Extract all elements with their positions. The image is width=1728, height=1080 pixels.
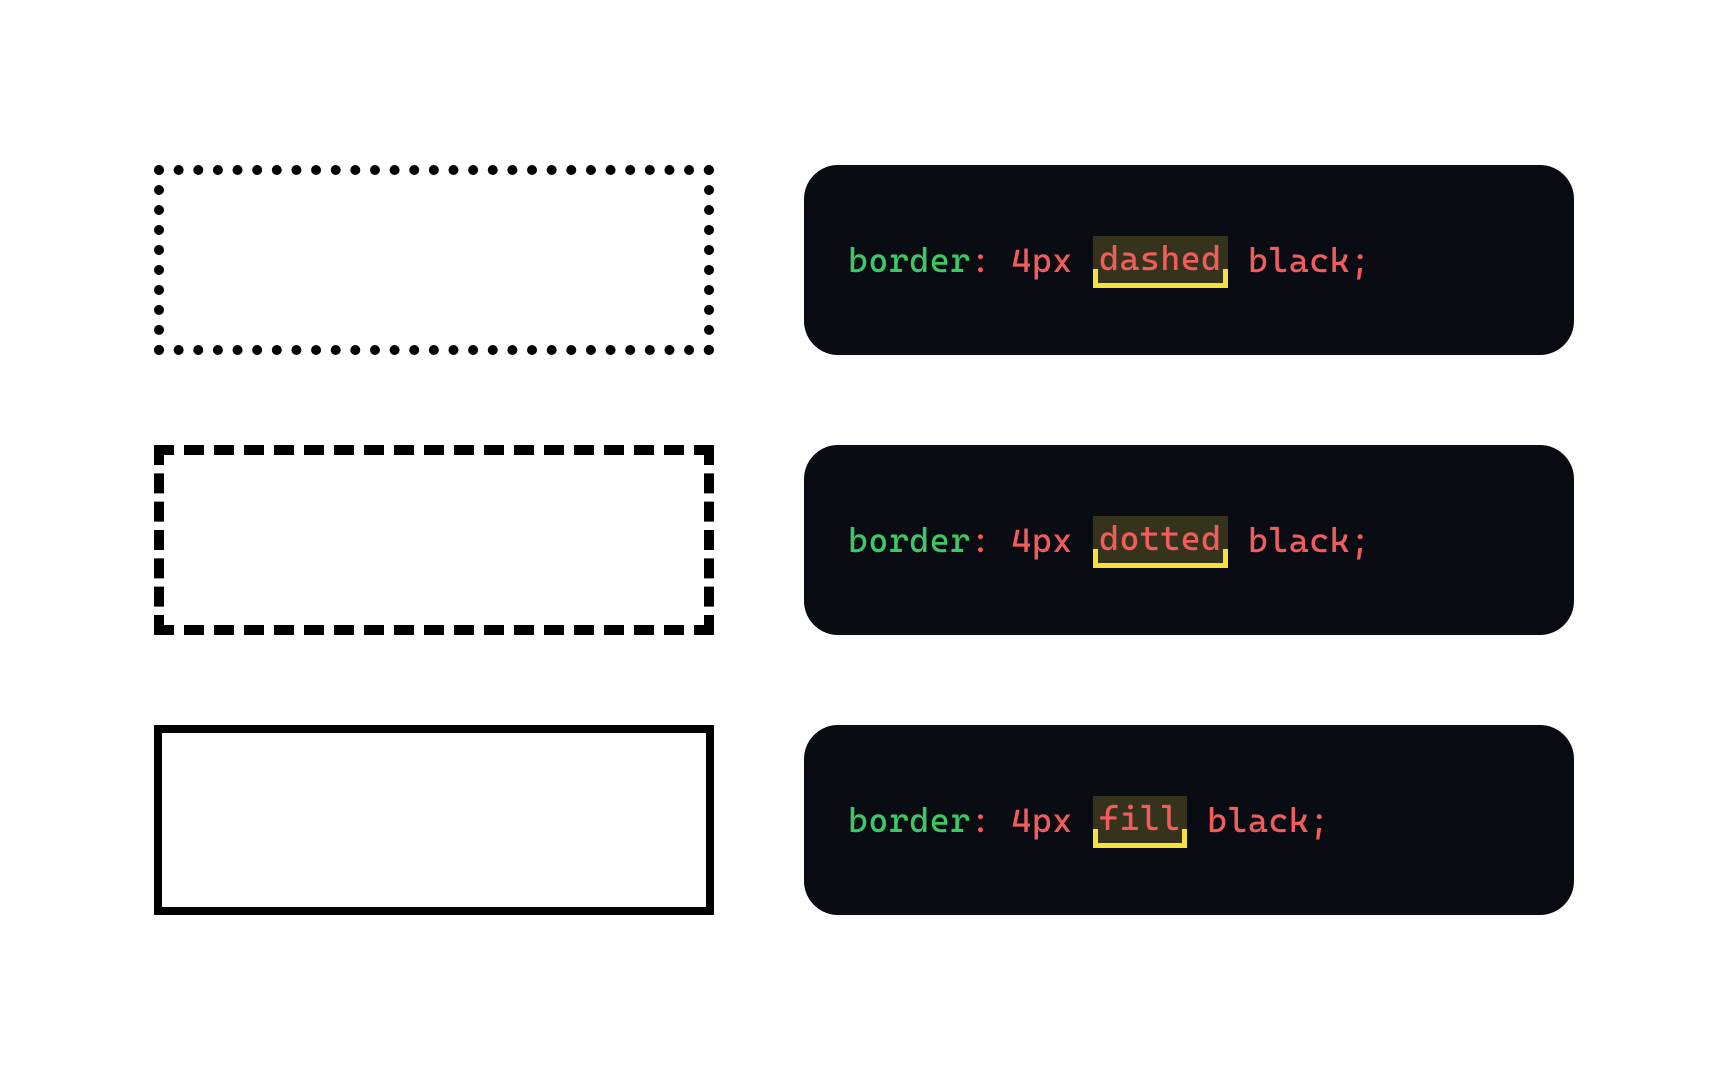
css-semicolon: ; bbox=[1309, 800, 1329, 840]
css-property: border bbox=[848, 800, 971, 840]
css-colon: : bbox=[971, 800, 991, 840]
css-colon: : bbox=[971, 520, 991, 560]
css-colon: : bbox=[971, 240, 991, 280]
css-style-highlight: dotted bbox=[1093, 516, 1228, 564]
css-space bbox=[991, 800, 1011, 840]
css-space bbox=[1187, 800, 1207, 840]
css-style-highlight: dashed bbox=[1093, 236, 1228, 284]
css-space bbox=[991, 520, 1011, 560]
css-color: black bbox=[1248, 240, 1350, 280]
code-block-fill: border: 4px fill black; bbox=[804, 725, 1574, 915]
css-space bbox=[1073, 520, 1093, 560]
css-size: 4px bbox=[1011, 520, 1072, 560]
solid-border-example bbox=[154, 725, 714, 915]
dashed-border-example bbox=[154, 445, 714, 635]
dotted-border-example bbox=[154, 165, 714, 355]
css-semicolon: ; bbox=[1350, 240, 1370, 280]
code-block-dashed: border: 4px dashed black; bbox=[804, 165, 1574, 355]
css-color: black bbox=[1207, 800, 1309, 840]
css-space bbox=[1073, 240, 1093, 280]
css-semicolon: ; bbox=[1350, 520, 1370, 560]
code-block-dotted: border: 4px dotted black; bbox=[804, 445, 1574, 635]
css-size: 4px bbox=[1011, 800, 1072, 840]
css-space bbox=[1228, 520, 1248, 560]
css-property: border bbox=[848, 240, 971, 280]
css-style-highlight: fill bbox=[1093, 796, 1187, 844]
css-color: black bbox=[1248, 520, 1350, 560]
css-size: 4px bbox=[1011, 240, 1072, 280]
css-property: border bbox=[848, 520, 971, 560]
css-space bbox=[991, 240, 1011, 280]
border-examples-grid: border: 4px dashed black; border: 4px do… bbox=[154, 165, 1574, 915]
css-space bbox=[1073, 800, 1093, 840]
css-space bbox=[1228, 240, 1248, 280]
